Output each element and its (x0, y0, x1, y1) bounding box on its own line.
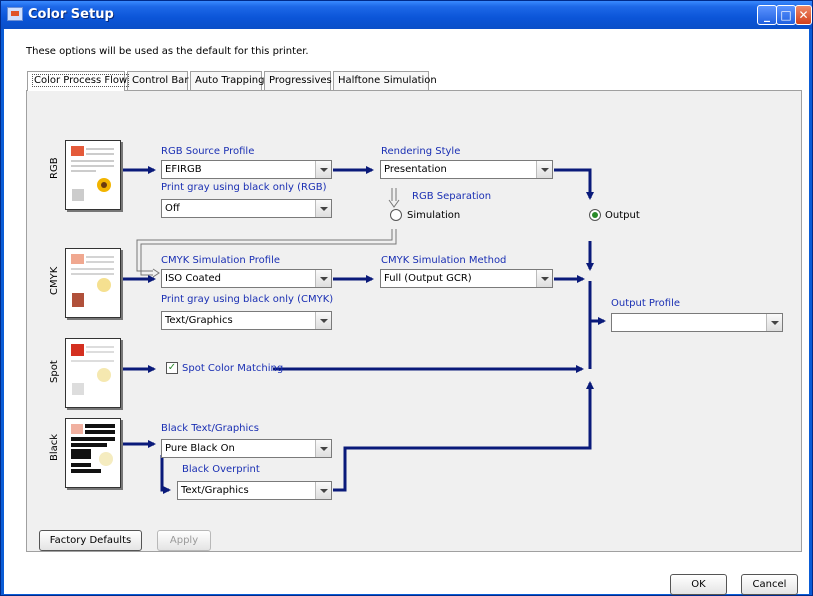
cmyk-profile-select[interactable]: ISO Coated (161, 269, 332, 288)
title-bar[interactable]: Color Setup _ □ ✕ (1, 1, 812, 29)
window-title: Color Setup (28, 7, 114, 22)
tab-control-bar[interactable]: Control Bar (127, 71, 188, 90)
cmyk-method-select[interactable]: Full (Output GCR) (380, 269, 553, 288)
chevron-down-icon[interactable] (766, 314, 782, 331)
tab-color-process-flow[interactable]: Color Process Flow (27, 71, 130, 91)
cmyk-gray-label: Print gray using black only (CMYK) (161, 294, 334, 305)
spot-color-matching-checkbox[interactable]: ✓ (166, 362, 178, 374)
rendering-style-select[interactable]: Presentation (380, 160, 553, 179)
maximize-button[interactable]: □ (776, 5, 796, 25)
row-label-spot: Spot (49, 360, 60, 383)
row-label-rgb: RGB (49, 157, 60, 179)
simulation-radio[interactable] (390, 209, 402, 221)
flow-arrow-black-to-bus (333, 381, 594, 492)
simulation-radio-label: Simulation (407, 210, 461, 221)
black-text-graphics-select[interactable]: Pure Black On (161, 439, 332, 458)
app-icon (7, 7, 23, 21)
cmyk-page-thumbnail (65, 248, 121, 318)
chevron-down-icon[interactable] (536, 161, 552, 178)
chevron-down-icon[interactable] (536, 270, 552, 287)
hollow-arrow-rgb-separation (388, 188, 400, 208)
output-radio[interactable] (589, 209, 601, 221)
flow-arrow-rendering-to-output (554, 168, 594, 200)
rgb-source-profile-select[interactable]: EFIRGB (161, 160, 332, 179)
hollow-arrow-head (152, 268, 160, 278)
rgb-page-thumbnail (65, 140, 121, 210)
chevron-down-icon[interactable] (315, 270, 331, 287)
cmyk-gray-select[interactable]: Text/Graphics (161, 311, 332, 330)
cmyk-method-label: CMYK Simulation Method (381, 255, 507, 266)
color-setup-window: Color Setup _ □ ✕ These options will be … (0, 0, 813, 596)
tab-halftone-simulation[interactable]: Halftone Simulation (333, 71, 437, 90)
rgb-source-profile-label: RGB Source Profile (161, 146, 255, 157)
factory-defaults-button[interactable]: Factory Defaults (39, 530, 142, 551)
output-profile-select[interactable] (611, 313, 783, 332)
close-button[interactable]: ✕ (795, 5, 812, 25)
dialog-body: These options will be used as the defaul… (4, 29, 809, 595)
apply-button[interactable]: Apply (157, 530, 211, 551)
flow-arrow-to-overprint (160, 455, 171, 494)
chevron-down-icon[interactable] (315, 200, 331, 217)
dialog-hint: These options will be used as the defaul… (26, 46, 309, 57)
ok-button[interactable]: OK (670, 574, 727, 595)
color-process-flow-panel: RGB CMYK Spot Black RGB Source Profile E… (26, 90, 802, 552)
black-overprint-select[interactable]: Text/Graphics (177, 481, 332, 500)
chevron-down-icon[interactable] (315, 482, 331, 499)
black-page-thumbnail (65, 418, 121, 488)
cancel-button[interactable]: Cancel (741, 574, 798, 595)
rgb-separation-label: RGB Separation (412, 191, 492, 202)
minimize-button[interactable]: _ (757, 5, 777, 25)
tab-auto-trapping[interactable]: Auto Trapping (190, 71, 264, 90)
rgb-gray-label: Print gray using black only (RGB) (161, 182, 327, 193)
tab-progressives[interactable]: Progressives (264, 71, 332, 90)
spot-page-thumbnail (65, 338, 121, 408)
row-label-cmyk: CMYK (49, 266, 60, 295)
chevron-down-icon[interactable] (315, 161, 331, 178)
chevron-down-icon[interactable] (315, 440, 331, 457)
row-label-black: Black (49, 433, 60, 461)
spot-color-matching-label: Spot Color Matching (182, 363, 284, 374)
rendering-style-label: Rendering Style (381, 146, 461, 157)
black-text-graphics-label: Black Text/Graphics (161, 423, 259, 434)
cmyk-profile-label: CMYK Simulation Profile (161, 255, 280, 266)
rgb-gray-select[interactable]: Off (161, 199, 332, 218)
chevron-down-icon[interactable] (315, 312, 331, 329)
output-radio-label: Output (605, 210, 640, 221)
output-profile-label: Output Profile (611, 298, 681, 309)
black-overprint-label: Black Overprint (182, 464, 260, 475)
